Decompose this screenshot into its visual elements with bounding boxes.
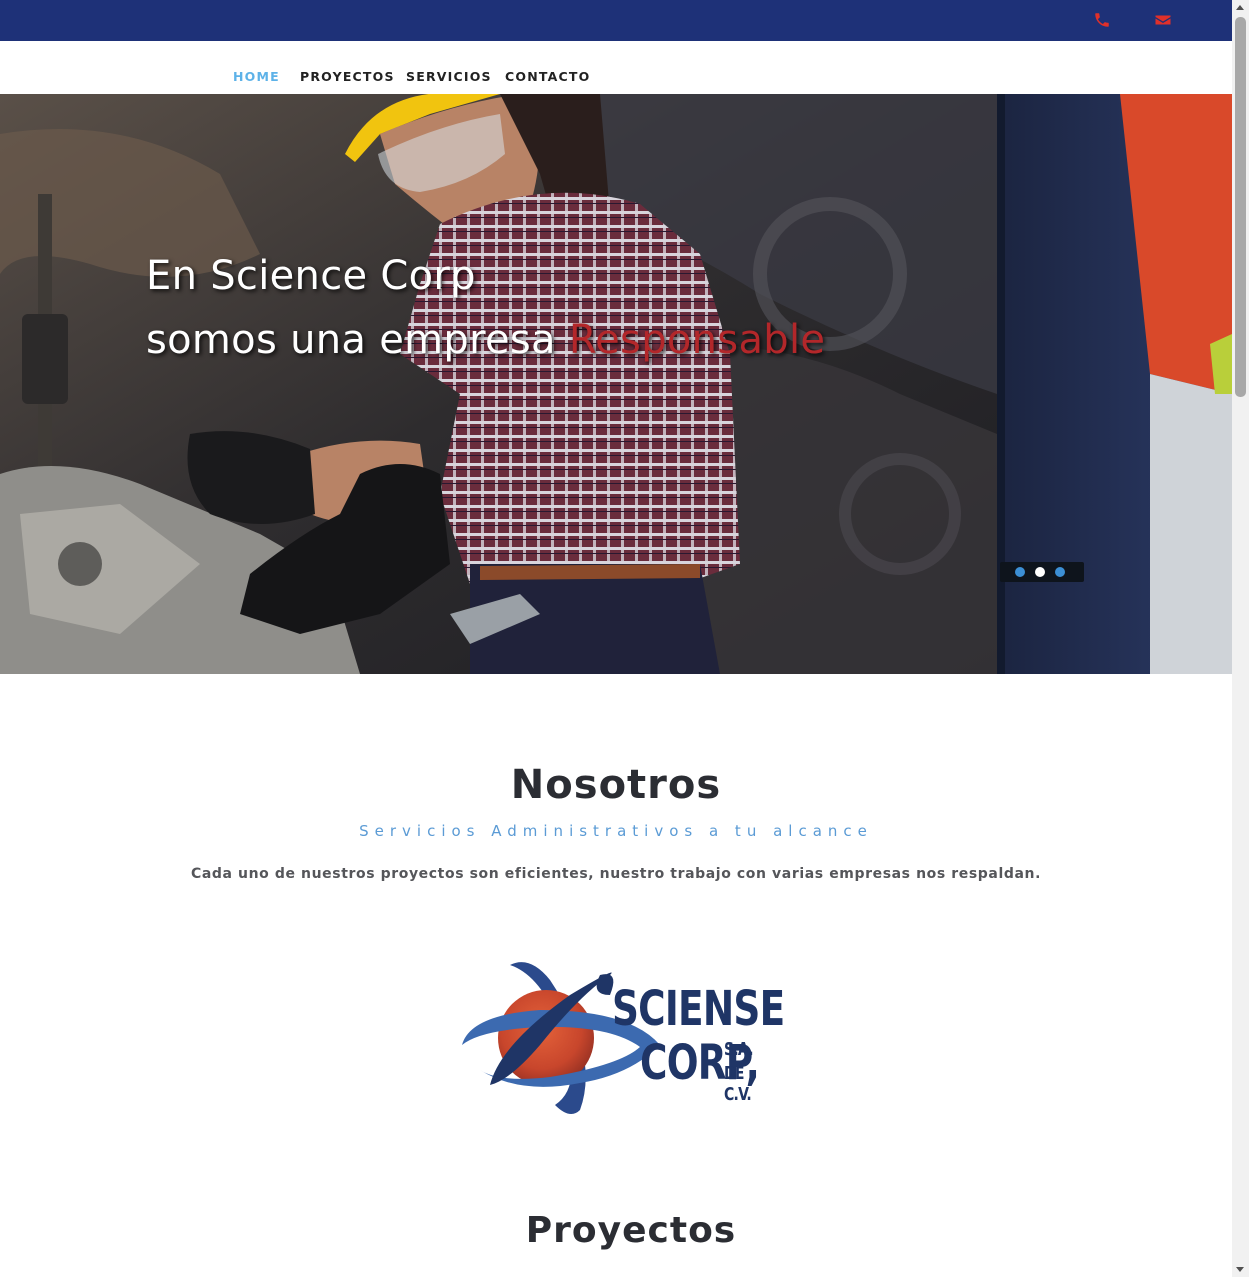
logo-suffix-sa: S.A. (724, 1039, 754, 1060)
hero-headline: En Science Corp somos una empresa Respon… (146, 244, 825, 372)
slide-dot-1[interactable] (1015, 567, 1025, 577)
envelope-icon[interactable] (1154, 11, 1172, 29)
slide-dot-2[interactable] (1035, 567, 1045, 577)
logo-word-sciense: SCIENSE (612, 981, 785, 1037)
phone-icon[interactable] (1093, 11, 1111, 29)
section-subtitle: Servicios Administrativos a tu alcance (359, 822, 873, 840)
hero-line-2: somos una empresa Responsable (146, 308, 825, 372)
hero-accent-word: Responsable (568, 317, 826, 363)
section-title-nosotros: Nosotros (510, 762, 722, 808)
hero-slider: En Science Corp somos una empresa Respon… (0, 94, 1232, 674)
hero-line-2-text: somos una empresa (146, 317, 556, 363)
scroll-down-arrow[interactable] (1236, 1267, 1244, 1272)
top-bar (0, 0, 1232, 41)
nav-home[interactable]: HOME (233, 69, 280, 84)
nav-contacto[interactable]: CONTACTO (505, 69, 590, 84)
section-description: Cada uno de nuestros proyectos son efici… (190, 866, 1042, 882)
section-title-proyectos: Proyectos (525, 1210, 737, 1251)
nav-proyectos[interactable]: PROYECTOS (300, 69, 395, 84)
company-logo: SCIENSE CORP, S.A. DE C.V. (460, 955, 785, 1120)
main-nav: HOME PROYECTOS SERVICIOS CONTACTO (0, 41, 1232, 94)
slide-dot-3[interactable] (1055, 567, 1065, 577)
nav-servicios[interactable]: SERVICIOS (406, 69, 492, 84)
hero-image (0, 94, 1232, 674)
scroll-thumb[interactable] (1235, 17, 1246, 397)
logo-suffix-decv: DE C.V. (724, 1063, 752, 1105)
page-scrollbar[interactable] (1232, 0, 1249, 1277)
slider-pagination (1000, 562, 1084, 582)
hero-line-1: En Science Corp (146, 253, 476, 299)
scroll-up-arrow[interactable] (1236, 5, 1244, 10)
